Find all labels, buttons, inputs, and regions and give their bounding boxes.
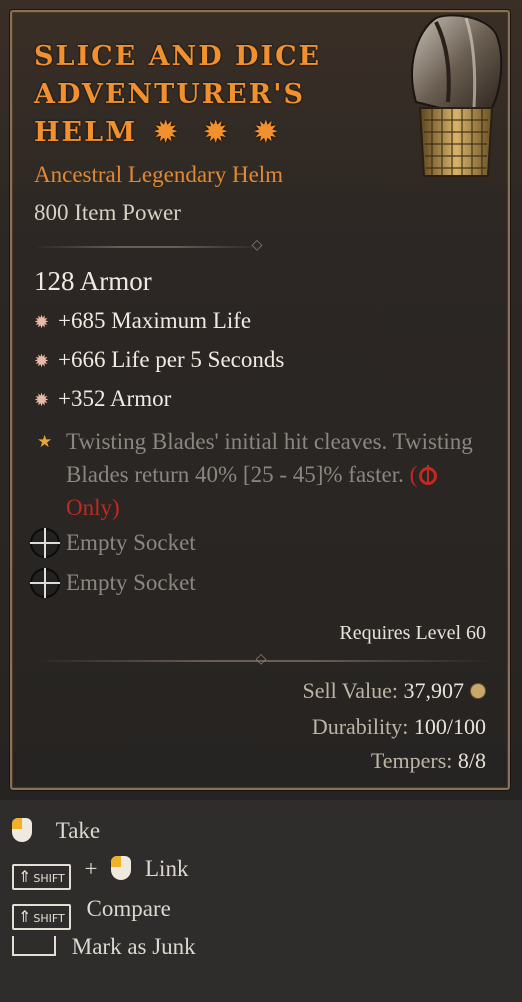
sell-label: Sell Value: <box>302 678 398 703</box>
take-action[interactable]: Take <box>12 818 100 844</box>
affix-row: ✹ +352 Armor <box>34 386 171 412</box>
link-label: Link <box>145 856 189 881</box>
shift-key-icon: ⇑ SHIFT <box>12 904 71 930</box>
item-name-line-3-text: Helm <box>34 117 137 148</box>
item-name-line-3: Helm ✹ ✹ ✹ <box>34 114 394 152</box>
divider: ◇ <box>30 653 492 667</box>
item-type: Ancestral Legendary Helm <box>34 162 284 187</box>
restriction-text: Only) <box>66 495 120 520</box>
greater-affix-stars: ✹ ✹ ✹ <box>154 114 293 152</box>
shift-key-label: SHIFT <box>33 912 65 925</box>
item-name-line-2: Adventurer's <box>34 79 305 110</box>
tempers-value: 8/8 <box>457 748 486 773</box>
item-name: Slice and Dice Adventurer's Helm ✹ ✹ ✹ <box>34 38 394 152</box>
mark-junk-action[interactable]: Mark as Junk <box>12 934 196 960</box>
level-requirement: Requires Level 60 <box>339 622 486 644</box>
junk-label: Mark as Junk <box>71 934 196 959</box>
durability: Durability: 100/100 <box>186 714 486 740</box>
armor-value: 128 Armor <box>34 266 152 296</box>
affix-row: ✹ +685 Maximum Life <box>34 308 251 334</box>
sunburst-icon: ✹ <box>34 351 50 371</box>
restriction-open: ( <box>409 462 418 487</box>
crosshair-ring-icon <box>30 528 60 558</box>
aspect-text-block: Twisting Blades' initial hit cleaves. Tw… <box>66 425 494 524</box>
necromancer-class-icon <box>419 465 438 485</box>
shift-key-icon: ⇑ SHIFT <box>12 864 71 890</box>
tempers: Tempers: 8/8 <box>186 748 486 774</box>
sunburst-icon: ✹ <box>154 117 179 148</box>
compare-label: Compare <box>86 896 171 921</box>
affix-text: +352 Armor <box>58 386 172 411</box>
item-tooltip: Slice and Dice Adventurer's Helm ✹ ✹ ✹ <box>0 0 522 800</box>
divider-ornament-icon: ◇ <box>255 652 267 667</box>
affix-row: ✹ +666 Life per 5 Seconds <box>34 347 284 373</box>
compare-action[interactable]: ⇑ SHIFT Compare <box>12 896 171 930</box>
item-power: 800 Item Power <box>34 200 181 225</box>
item-name-line-1: Slice and Dice <box>34 41 322 72</box>
sunburst-icon: ✹ <box>34 312 50 332</box>
durability-label: Durability: <box>311 714 409 739</box>
socket-row: Empty Socket <box>30 528 196 558</box>
helm-image <box>411 14 503 177</box>
mouse-left-button-icon <box>111 856 132 880</box>
affix-text: +666 Life per 5 Seconds <box>58 347 285 372</box>
sell-value: Sell Value: 37,907 <box>186 678 486 704</box>
plus-label: + <box>84 856 98 881</box>
crosshair-ring-icon <box>30 568 60 598</box>
affix-text: +685 Maximum Life <box>58 308 252 333</box>
take-label: Take <box>55 818 101 843</box>
durability-value: 100/100 <box>413 714 486 739</box>
shift-key-label: SHIFT <box>33 872 65 885</box>
sell-amount: 37,907 <box>403 678 465 703</box>
mouse-left-button-icon <box>12 818 32 842</box>
sunburst-icon: ✹ <box>34 390 50 410</box>
sunburst-icon: ✹ <box>254 117 280 148</box>
socket-text: Empty Socket <box>66 530 196 555</box>
socket-row: Empty Socket <box>30 568 196 598</box>
gold-coin-icon <box>470 683 486 699</box>
divider: ◇ <box>30 239 266 253</box>
divider-ornament-icon: ◇ <box>251 238 263 253</box>
star-icon: ★ <box>37 432 53 451</box>
control-hints: Take ⇑ SHIFT + Link ⇑ SHIFT Compare Mark a… <box>0 800 522 1002</box>
spacebar-icon <box>12 936 56 956</box>
link-action[interactable]: ⇑ SHIFT + Link <box>12 856 188 890</box>
sunburst-icon: ✹ <box>204 117 230 148</box>
tempers-label: Tempers: <box>370 748 453 773</box>
legendary-aspect: ★ Twisting Blades' initial hit cleaves. … <box>34 425 494 524</box>
socket-text: Empty Socket <box>66 570 196 595</box>
